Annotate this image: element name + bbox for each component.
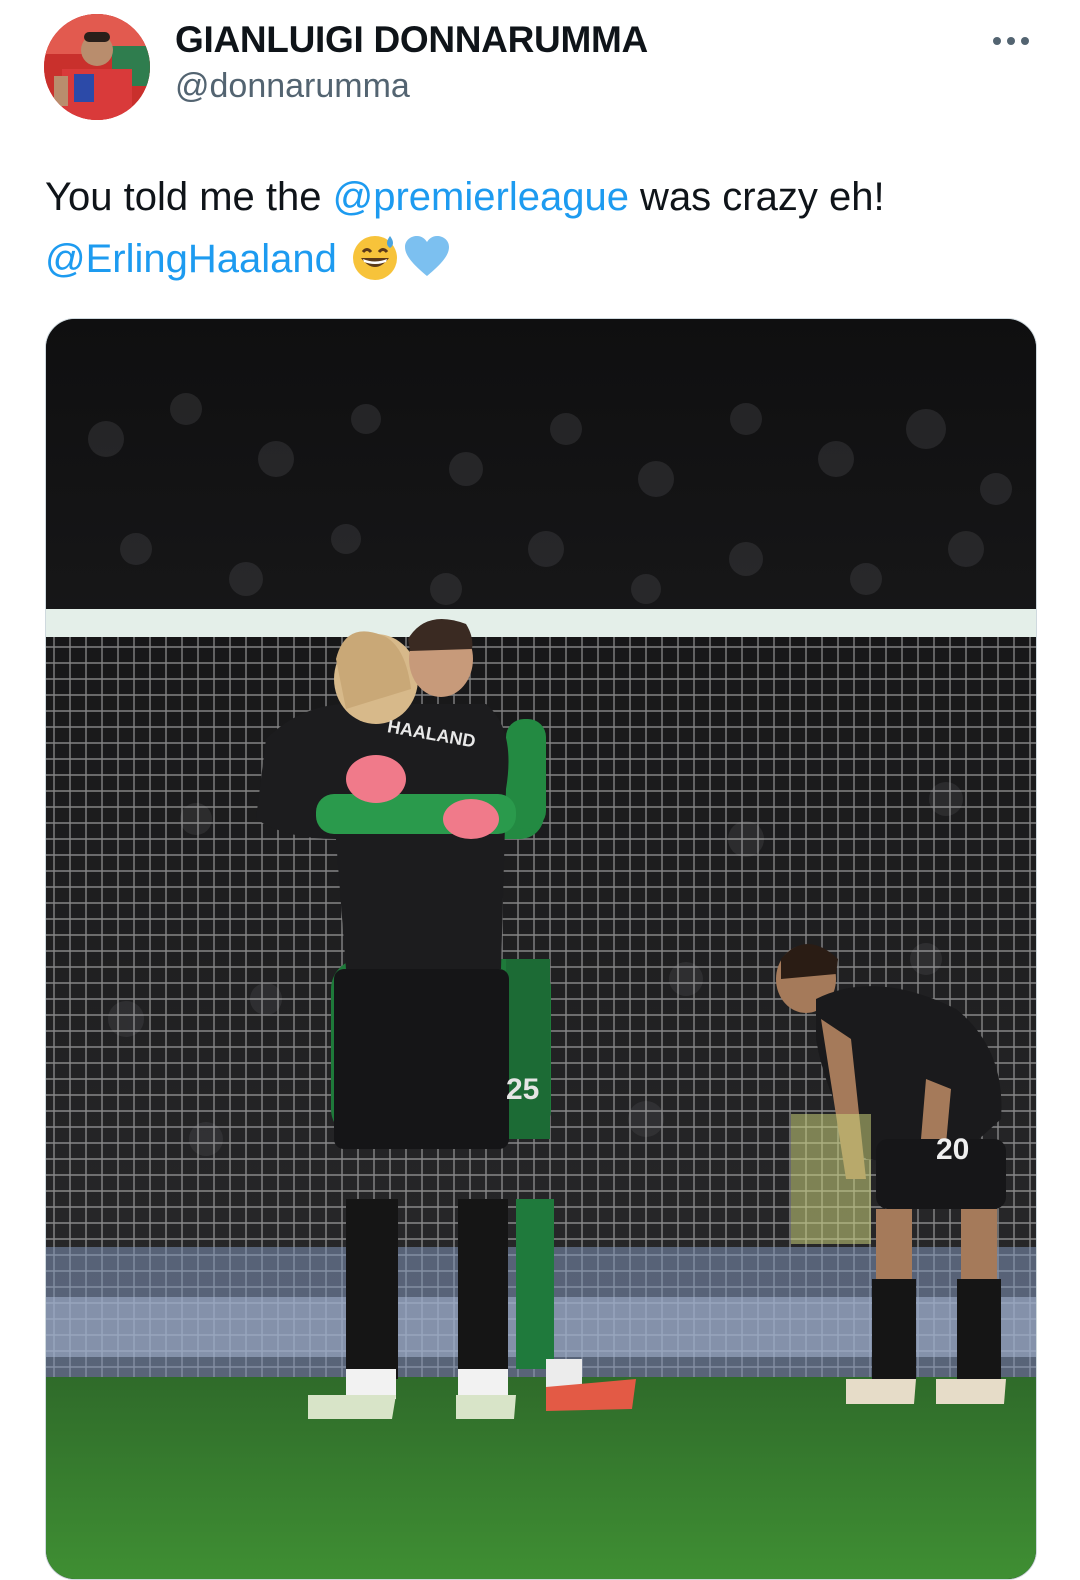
grinning-face-with-sweat-emoji — [353, 236, 397, 280]
avatar-photo — [44, 14, 150, 120]
author-avatar[interactable] — [44, 14, 150, 120]
light-blue-heart-emoji — [405, 236, 449, 276]
author-display-name[interactable]: GIANLUIGI DONNARUMMA — [175, 18, 648, 62]
author-info: GIANLUIGI DONNARUMMA @donnarumma — [175, 18, 648, 108]
jersey-number-20: 20 — [936, 1133, 969, 1166]
ellipsis-icon — [993, 37, 1029, 45]
mention-premierleague[interactable]: @premierleague — [333, 175, 629, 219]
tweet-text-part: was crazy eh! — [628, 175, 885, 219]
mention-erlinghaaland[interactable]: @ErlingHaaland — [45, 237, 337, 281]
photo-illustration: HAALAND 25 20 — [46, 319, 1036, 1579]
more-options-button[interactable] — [985, 22, 1037, 60]
author-handle[interactable]: @donnarumma — [175, 64, 648, 108]
tweet-media-photo[interactable]: HAALAND 25 20 — [45, 318, 1037, 1580]
jersey-number-25: 25 — [506, 1073, 539, 1106]
tweet-text: You told me the @premierleague was crazy… — [45, 166, 1045, 290]
tweet-text-part: You told me the — [45, 175, 333, 219]
